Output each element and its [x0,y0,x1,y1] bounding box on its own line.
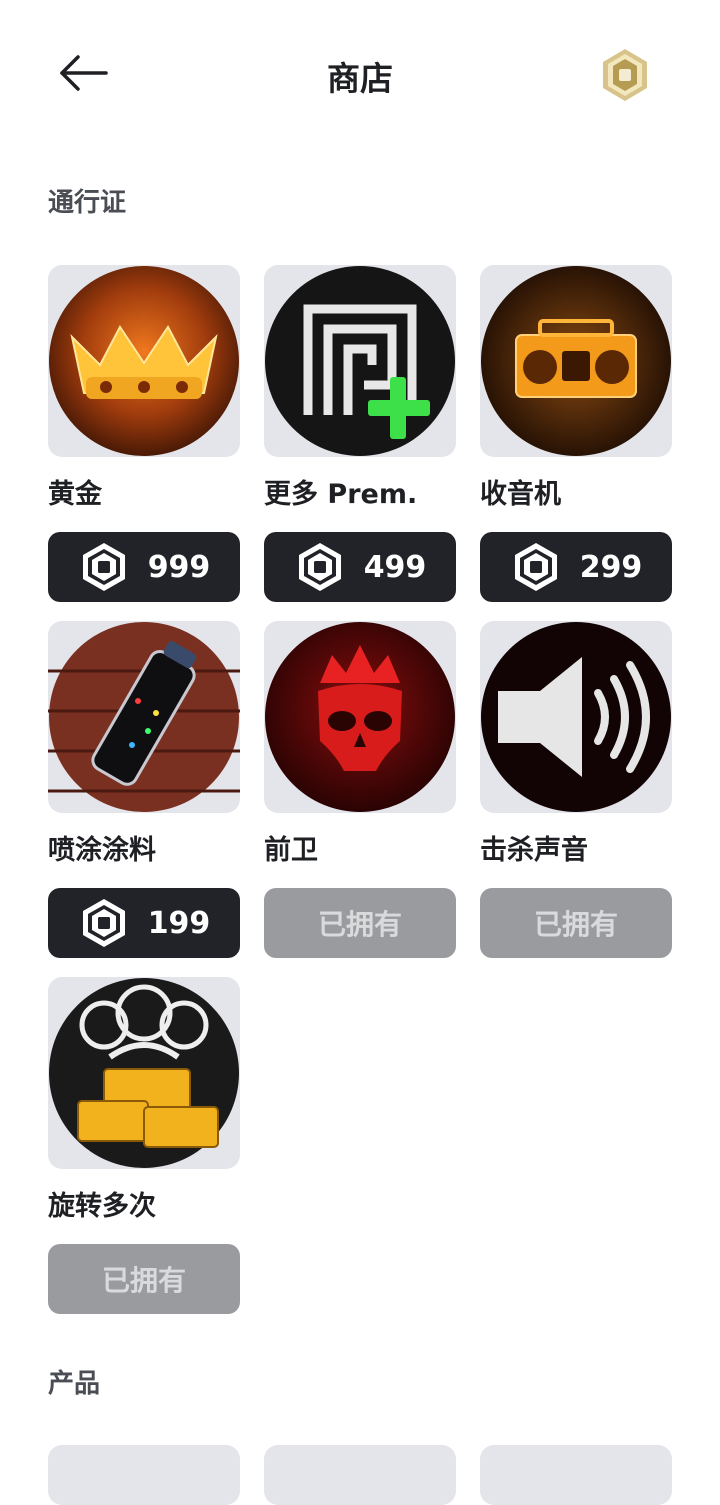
premium-plus-icon [265,266,455,456]
top-bar: 商店 [0,0,720,150]
pass-thumbnail[interactable] [48,621,240,813]
pass-card-more-prem: 更多 Prem. 499 [264,265,456,602]
pass-card-kill-sound: 击杀声音 已拥有 [480,621,672,958]
robux-icon [603,49,647,101]
price-label: 199 [147,905,211,941]
product-card[interactable] [480,1445,672,1505]
pass-name: 前卫 [264,835,318,866]
spin-crates-icon [49,978,239,1168]
pass-card-vanguard: 前卫 已拥有 [264,621,456,958]
buy-button[interactable]: 299 [480,532,672,602]
price-label: 299 [579,549,643,585]
owned-label: 已拥有 [533,908,618,941]
owned-label: 已拥有 [101,1264,186,1297]
pass-thumbnail[interactable] [264,621,456,813]
speaker-icon [481,622,671,812]
pass-name: 旋转多次 [48,1191,156,1222]
pass-card-spray-paint: 喷涂涂料 199 [48,621,240,958]
pass-name: 击杀声音 [480,835,588,866]
buy-button[interactable]: 499 [264,532,456,602]
section-title-products: 产品 [48,1369,101,1399]
owned-label: 已拥有 [317,908,402,941]
pass-name: 更多 Prem. [264,479,418,510]
crown-icon [49,266,239,456]
pass-thumbnail[interactable] [48,265,240,457]
robux-icon [514,543,557,591]
price-label: 499 [363,549,427,585]
boombox-icon [481,266,671,456]
pass-card-radio: 收音机 299 [480,265,672,602]
section-title-passes: 通行证 [48,188,127,218]
spray-paint-icon [48,622,240,812]
pass-card-gold: 黄金 999 [48,265,240,602]
robux-icon [298,543,341,591]
skull-crown-icon [265,622,455,812]
pass-thumbnail[interactable] [480,621,672,813]
owned-button: 已拥有 [264,888,456,958]
pass-name: 黄金 [48,479,102,510]
pass-thumbnail[interactable] [480,265,672,457]
product-card[interactable] [48,1445,240,1505]
pass-thumbnail[interactable] [264,265,456,457]
owned-button: 已拥有 [48,1244,240,1314]
robux-icon [82,543,125,591]
buy-button[interactable]: 999 [48,532,240,602]
pass-card-spin-many: 旋转多次 已拥有 [48,977,240,1314]
pass-name: 喷涂涂料 [48,835,156,866]
pass-name: 收音机 [480,479,561,510]
buy-button[interactable]: 199 [48,888,240,958]
pass-thumbnail[interactable] [48,977,240,1169]
price-label: 999 [147,549,211,585]
product-card[interactable] [264,1445,456,1505]
robux-balance-button[interactable] [596,46,654,104]
robux-icon [82,899,125,947]
owned-button: 已拥有 [480,888,672,958]
